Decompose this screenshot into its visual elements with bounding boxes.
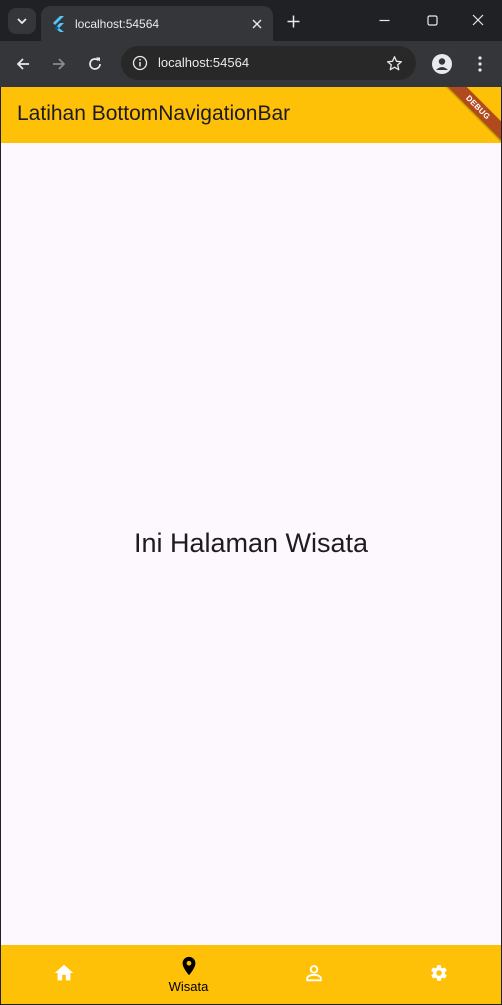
bookmark-star-icon[interactable]: [384, 53, 404, 73]
app-bar: Latihan BottomNavigationBar: [1, 87, 501, 143]
back-arrow-icon[interactable]: [9, 50, 37, 78]
person-icon: [302, 961, 326, 985]
forward-arrow-icon[interactable]: [45, 50, 73, 78]
minimize-icon[interactable]: [366, 8, 402, 32]
home-icon: [52, 961, 76, 985]
close-window-icon[interactable]: [460, 8, 496, 32]
new-tab-plus-icon[interactable]: [282, 10, 304, 32]
flutter-logo-icon: [50, 15, 66, 32]
tab-title: localhost:54564: [75, 16, 160, 31]
site-info-icon[interactable]: [129, 52, 151, 74]
browser-tabstrip: localhost:54564: [0, 0, 502, 41]
reload-icon[interactable]: [81, 50, 109, 78]
bottom-navigation-bar: Wisata: [1, 945, 501, 1004]
address-bar[interactable]: localhost:54564: [121, 46, 416, 80]
browser-tab[interactable]: localhost:54564: [41, 6, 273, 41]
flutter-app: Latihan BottomNavigationBar DEBUG Ini Ha…: [1, 87, 501, 1004]
nav-item-home[interactable]: [1, 945, 126, 1004]
nav-item-settings[interactable]: [376, 945, 501, 1004]
nav-label-wisata: Wisata: [168, 979, 209, 994]
chevron-down-icon: [17, 18, 27, 25]
location-pin-icon: [177, 954, 201, 978]
close-tab-icon[interactable]: [247, 14, 267, 34]
nav-item-wisata[interactable]: Wisata: [126, 945, 251, 1004]
profile-avatar-icon[interactable]: [428, 50, 456, 78]
app-bar-title: Latihan BottomNavigationBar: [17, 102, 291, 125]
nav-item-profile[interactable]: [251, 945, 376, 1004]
settings-gear-icon: [427, 961, 451, 985]
browser-toolbar: localhost:54564: [0, 41, 502, 87]
page-text: Ini Halaman Wisata: [133, 528, 369, 558]
menu-more-icon[interactable]: [466, 50, 494, 78]
tab-search-button[interactable]: [8, 8, 36, 34]
url-text: localhost:54564: [158, 55, 250, 70]
maximize-icon[interactable]: [414, 8, 450, 32]
